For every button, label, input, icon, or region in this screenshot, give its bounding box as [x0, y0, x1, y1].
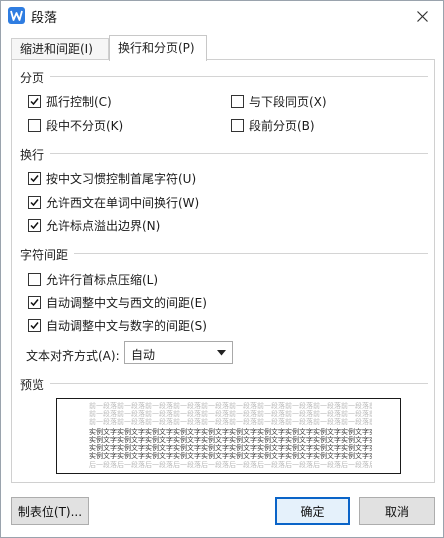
section-divider — [74, 253, 428, 254]
section-divider — [50, 76, 428, 77]
section-line-break-label: 换行 — [20, 146, 49, 163]
keep-with-next-checkbox[interactable]: 与下段同页(X) — [231, 93, 327, 109]
checkbox-label: 允许行首标点压缩(L) — [46, 272, 159, 287]
compress-leading-punctuation-checkbox[interactable]: 允许行首标点压缩(L) — [28, 271, 158, 287]
tab-stops-button[interactable]: 制表位(T)... — [11, 497, 89, 525]
button-label: 确定 — [300, 504, 325, 519]
checkbox-box — [231, 94, 244, 108]
section-char-spacing-label: 字符间距 — [20, 246, 73, 263]
tab-indent-spacing[interactable]: 缩进和间距(I) — [11, 38, 109, 60]
widow-control-checkbox[interactable]: 孤行控制(C) — [28, 93, 112, 109]
close-button[interactable] — [401, 1, 443, 31]
text-alignment-label: 文本对齐方式(A): — [26, 349, 120, 363]
section-preview-label: 预览 — [20, 376, 49, 393]
tab-line-page-break[interactable]: 换行和分页(P) — [109, 35, 207, 61]
checkbox-label: 段前分页(B) — [249, 118, 315, 133]
checkbox-box — [28, 295, 41, 309]
checkbox-box — [28, 272, 41, 286]
check-icon — [30, 174, 39, 182]
checkbox-box — [28, 318, 41, 332]
section-divider — [50, 153, 428, 154]
tab-label: 缩进和间距(I) — [20, 42, 93, 56]
text-alignment-select[interactable]: 自动 — [124, 341, 233, 364]
check-icon — [30, 221, 39, 229]
tab-bar: 缩进和间距(I) 换行和分页(P) — [11, 35, 435, 61]
checkbox-label: 自动调整中文与西文的间距(E) — [46, 295, 207, 310]
close-icon — [416, 10, 428, 22]
checkbox-label: 自动调整中文与数字的间距(S) — [46, 318, 207, 333]
preview-line: 后一段落后一段落后一段落后一段落后一段落后一段落后一段落后一段落后一段落后一段落… — [89, 461, 372, 469]
check-icon — [30, 97, 39, 105]
checkbox-label: 孤行控制(C) — [46, 94, 112, 109]
section-divider — [50, 383, 428, 384]
preview-line: 实例文字实例文字实例文字实例文字实例文字实例文字实例文字实例文字实例文字实例文字… — [89, 452, 372, 460]
select-value: 自动 — [131, 348, 156, 362]
checkbox-label: 允许标点溢出边界(N) — [46, 218, 161, 233]
wps-app-icon — [8, 7, 25, 24]
preview-line: 前一段落前一段落前一段落前一段落前一段落前一段落前一段落前一段落前一段落前一段落… — [89, 418, 372, 426]
checkbox-label: 允许西文在单词中间换行(W) — [46, 195, 200, 210]
check-icon — [30, 321, 39, 329]
checkbox-box — [231, 118, 244, 132]
check-icon — [30, 298, 39, 306]
preview-box: 前一段落前一段落前一段落前一段落前一段落前一段落前一段落前一段落前一段落前一段落… — [56, 398, 401, 474]
button-label: 制表位(T)... — [17, 504, 83, 519]
check-icon — [30, 198, 39, 206]
tab-label: 换行和分页(P) — [118, 41, 195, 55]
checkbox-label: 与下段同页(X) — [249, 94, 327, 109]
word-wrap-western-checkbox[interactable]: 允许西文在单词中间换行(W) — [28, 194, 199, 210]
checkbox-box — [28, 218, 41, 232]
paragraph-dialog: 段落 缩进和间距(I) 换行和分页(P) 分页 孤行控制(C) 与下段同页(X) — [0, 0, 444, 538]
keep-lines-together-checkbox[interactable]: 段中不分页(K) — [28, 117, 123, 133]
checkbox-box — [28, 195, 41, 209]
hanging-punctuation-checkbox[interactable]: 允许标点溢出边界(N) — [28, 217, 160, 233]
tab-panel: 分页 孤行控制(C) 与下段同页(X) 段中不分页(K) 段前分页(B) 换行 … — [11, 59, 435, 483]
checkbox-box — [28, 171, 41, 185]
auto-space-chinese-western-checkbox[interactable]: 自动调整中文与西文的间距(E) — [28, 294, 207, 310]
page-break-before-checkbox[interactable]: 段前分页(B) — [231, 117, 315, 133]
ok-button[interactable]: 确定 — [275, 497, 350, 525]
cancel-button[interactable]: 取消 — [359, 497, 435, 525]
checkbox-label: 按中文习惯控制首尾字符(U) — [46, 171, 197, 186]
button-label: 取消 — [384, 504, 409, 519]
dropdown-arrow-icon — [217, 350, 226, 356]
checkbox-box — [28, 118, 41, 132]
title-bar: 段落 — [1, 1, 443, 31]
section-pagination-label: 分页 — [20, 69, 49, 86]
chinese-punctuation-control-checkbox[interactable]: 按中文习惯控制首尾字符(U) — [28, 170, 196, 186]
auto-space-chinese-number-checkbox[interactable]: 自动调整中文与数字的间距(S) — [28, 317, 207, 333]
checkbox-label: 段中不分页(K) — [46, 118, 124, 133]
checkbox-box — [28, 94, 41, 108]
dialog-title: 段落 — [31, 11, 58, 26]
